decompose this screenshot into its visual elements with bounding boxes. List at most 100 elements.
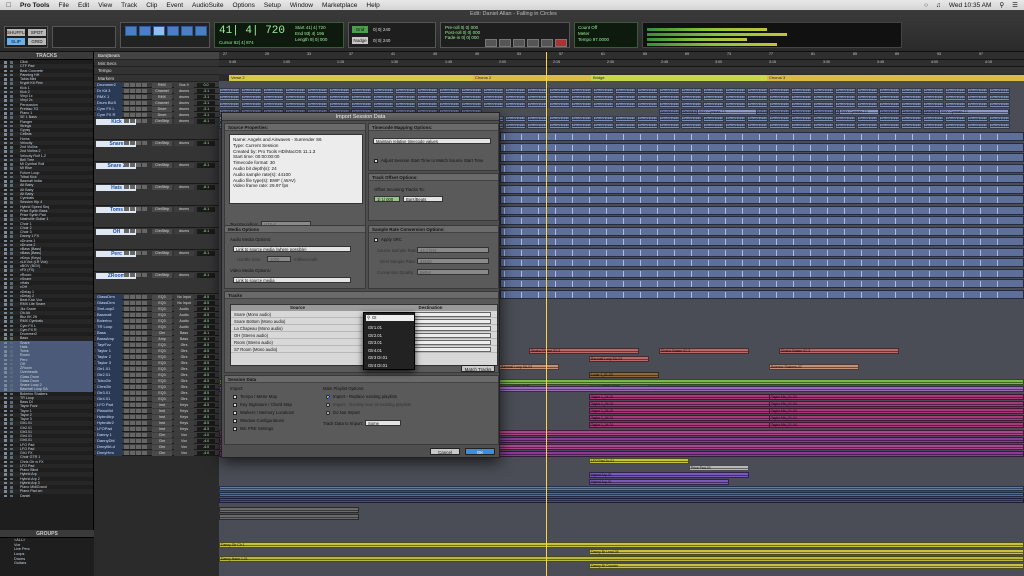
input-monitor-icon[interactable] xyxy=(142,107,147,111)
audio-clip[interactable]: Dru Kit 01-04 xyxy=(901,102,922,108)
solo-icon[interactable] xyxy=(130,409,135,413)
input-monitor-icon[interactable] xyxy=(142,361,147,365)
show-hide-icon[interactable] xyxy=(4,345,7,349)
mute-icon[interactable] xyxy=(136,307,141,311)
audio-clip[interactable]: Dru Kit 01-04 xyxy=(989,95,1010,101)
mute-icon[interactable] xyxy=(136,427,141,431)
audio-clip[interactable]: Dru Kit 01-04 xyxy=(461,88,482,94)
audio-clip[interactable]: Dru Kit 01-04 xyxy=(241,95,262,101)
record-enable-icon[interactable] xyxy=(124,163,129,167)
input-monitor-icon[interactable] xyxy=(142,119,147,123)
menu-setup[interactable]: Setup xyxy=(264,2,281,9)
show-hide-icon[interactable] xyxy=(4,184,7,187)
record-enable-icon[interactable] xyxy=(124,185,129,189)
track-list-item[interactable]: Daniel xyxy=(0,494,93,498)
audio-clip[interactable]: Dru Kit 01-04 xyxy=(967,123,988,129)
io-selector[interactable]: Bass xyxy=(174,336,194,342)
show-hide-icon[interactable] xyxy=(4,290,7,293)
audio-clip[interactable]: Dru Kit 01-04 xyxy=(835,88,856,94)
record-enable-icon[interactable] xyxy=(124,451,129,455)
audio-clip[interactable]: Dru Kit 01-04 xyxy=(703,116,724,122)
record-enable-icon[interactable] xyxy=(124,427,129,431)
record-enable-icon[interactable] xyxy=(124,141,129,145)
audio-clip[interactable]: Dru Kit 01-04 xyxy=(769,95,790,101)
mute-icon[interactable] xyxy=(136,185,141,189)
show-hide-icon[interactable] xyxy=(4,218,7,221)
track-name[interactable]: DnnyHrm xyxy=(96,450,122,456)
record-enable-icon[interactable] xyxy=(124,433,129,437)
mute-icon[interactable] xyxy=(136,379,141,383)
audio-clip[interactable]: Dru Kit 01-04 xyxy=(549,102,570,108)
selection-length[interactable]: Length 9| 0| 000 xyxy=(295,37,327,43)
audio-clip[interactable]: Dru Kit 01-04 xyxy=(879,88,900,94)
record-enable-icon[interactable] xyxy=(124,349,129,353)
menu-event[interactable]: Event xyxy=(166,2,183,9)
solo-icon[interactable] xyxy=(130,421,135,425)
show-hide-icon[interactable] xyxy=(4,222,7,225)
track-name[interactable]: BassAmp xyxy=(96,336,122,342)
mute-icon[interactable] xyxy=(136,403,141,407)
mute-icon[interactable] xyxy=(136,229,141,233)
audio-clip[interactable]: Dru Kit 01-04 xyxy=(725,102,746,108)
track-header[interactable]: Perc ChnStrip drums -6.1 xyxy=(94,250,219,272)
audio-clip[interactable]: Dru Kit 01-04 xyxy=(989,123,1010,129)
mode-shuffle[interactable]: SHUFFLE xyxy=(7,29,28,36)
input-monitor-icon[interactable] xyxy=(142,445,147,449)
io-selector[interactable]: Vox xyxy=(174,438,194,444)
audio-clip[interactable]: Dru Kit 01-04 xyxy=(483,95,504,101)
apply-src-checkbox[interactable] xyxy=(374,238,378,242)
offset-value-field[interactable]: 1| 1| 000 xyxy=(374,196,400,202)
mute-icon[interactable] xyxy=(136,89,141,93)
insert-slot[interactable]: Chn xyxy=(152,444,172,450)
io-selector[interactable]: drums xyxy=(174,112,194,118)
record-enable-icon[interactable] xyxy=(124,229,129,233)
audio-clip[interactable]: Dru Kit 01-04 xyxy=(549,95,570,101)
audio-clip[interactable]: Dru Kit 01-04 xyxy=(791,123,812,129)
io-selector[interactable]: drums xyxy=(174,250,194,256)
ruler-tempo[interactable]: Tempo xyxy=(94,67,219,75)
track-name[interactable]: TR Loop xyxy=(96,324,122,330)
insert-slot[interactable]: EQ3 xyxy=(152,366,172,372)
audio-clip[interactable]: Dru Kit 01-04 xyxy=(505,102,526,108)
show-hide-icon[interactable] xyxy=(4,95,7,98)
volume-value[interactable]: -8.5 xyxy=(197,414,215,420)
input-monitor-icon[interactable] xyxy=(142,385,147,389)
audio-clip[interactable]: Dru Kit 01-04 xyxy=(351,88,372,94)
insert-slot[interactable]: EQ3 xyxy=(152,390,172,396)
audio-clip[interactable]: Shaka Shaker 02-3 xyxy=(659,348,749,354)
audio-clip[interactable]: Danny Harm 1-01 xyxy=(219,556,1024,562)
track-name[interactable]: HybrdAr2 xyxy=(96,420,122,426)
audio-clip[interactable]: Dru Kit 01-04 xyxy=(373,102,394,108)
input-monitor-icon[interactable] xyxy=(142,101,147,105)
audio-clip[interactable]: Dru Kit 01-04 xyxy=(681,116,702,122)
input-monitor-icon[interactable] xyxy=(142,373,147,377)
video-media-select[interactable]: Link to source media xyxy=(233,277,351,283)
mute-icon[interactable] xyxy=(136,83,141,87)
volume-value[interactable]: -8.5 xyxy=(197,420,215,426)
volume-value[interactable]: -6.1 xyxy=(197,336,215,342)
audio-clip[interactable]: Dru Kit 01-04 xyxy=(483,88,504,94)
show-hide-icon[interactable] xyxy=(4,328,7,332)
menu-list-icon[interactable]: ☰ xyxy=(1012,1,1018,9)
dropdown-item[interactable]: Gtr4 DI.01 xyxy=(368,363,387,368)
insert-slot[interactable]: ChnStrip xyxy=(152,250,172,256)
audio-clip[interactable]: Dru Kit 01-04 xyxy=(769,88,790,94)
show-hide-icon[interactable] xyxy=(4,260,7,264)
audio-clip[interactable]: Dru Kit 01-04 xyxy=(241,88,262,94)
ok-button[interactable]: OK xyxy=(465,448,495,455)
solo-icon[interactable] xyxy=(130,301,135,305)
menu-audiosuite[interactable]: AudioSuite xyxy=(192,2,223,9)
audio-clip[interactable]: Bolerino Shakers-02 xyxy=(769,364,859,370)
audio-clip[interactable]: Dru Kit 01-04 xyxy=(879,109,900,115)
solo-icon[interactable] xyxy=(130,295,135,299)
audio-clip[interactable]: Dru Kit 01-04 xyxy=(395,88,416,94)
solo-icon[interactable] xyxy=(130,101,135,105)
track-header[interactable]: Hats ChnStrip drums -6.1 xyxy=(94,184,219,206)
audio-clip[interactable]: Dru Kit 01-04 xyxy=(417,102,438,108)
audio-clip[interactable]: Dru Kit 01-04 xyxy=(791,116,812,122)
show-hide-icon[interactable] xyxy=(4,418,7,421)
show-hide-icon[interactable] xyxy=(4,405,7,408)
show-hide-icon[interactable] xyxy=(4,392,7,395)
record-enable-icon[interactable] xyxy=(124,207,129,211)
dropdown-search-input[interactable]: Gt xyxy=(366,315,414,321)
